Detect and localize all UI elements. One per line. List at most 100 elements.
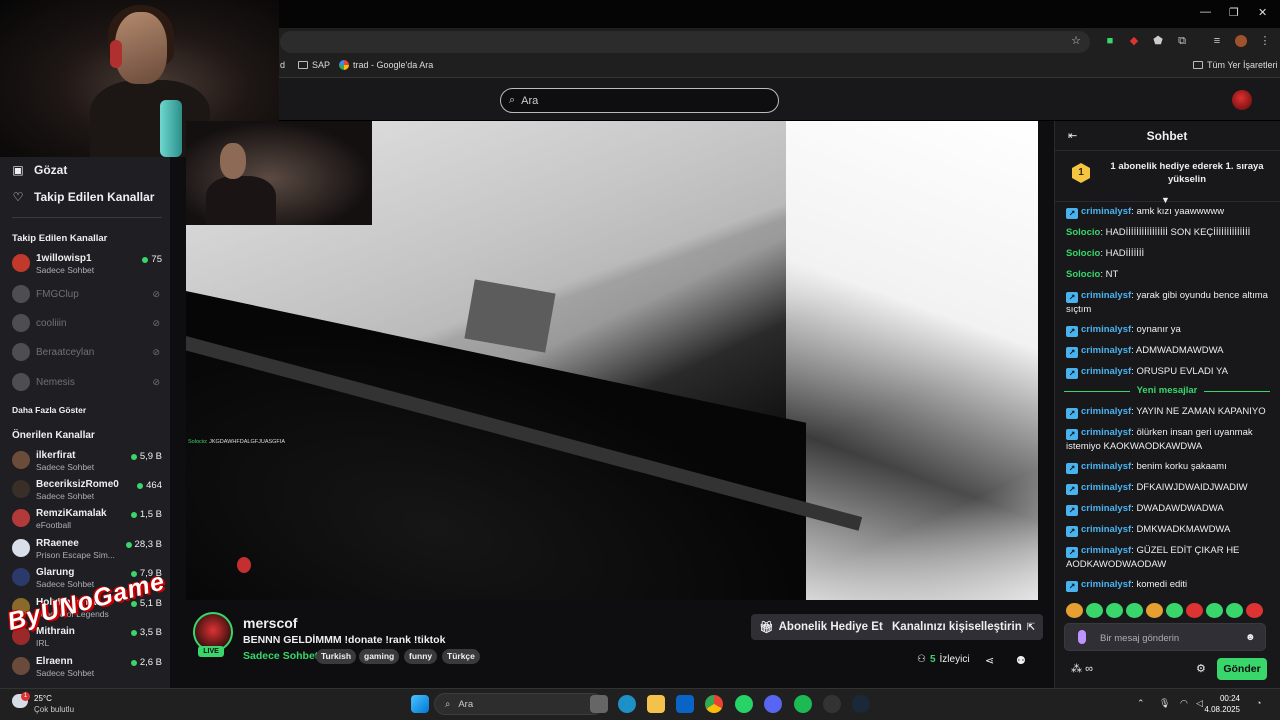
task-view-icon[interactable] xyxy=(590,695,608,713)
bookmark-google-search[interactable]: trad - Google'da Ara xyxy=(339,60,433,70)
mic-icon[interactable] xyxy=(1078,630,1086,644)
collapse-chat-icon[interactable]: ⇤ xyxy=(1068,129,1077,142)
channel-1willowisp1[interactable]: 1willowisp1 Sadece Sohbet 75 xyxy=(12,252,162,278)
all-bookmarks-button[interactable]: Tüm Yer İşaretleri xyxy=(1193,60,1278,70)
chat-username[interactable]: criminalysf xyxy=(1081,206,1131,217)
channel-nemesis[interactable]: Nemesis ⊘ xyxy=(12,371,162,397)
send-button[interactable]: Gönder xyxy=(1217,658,1267,680)
profile-avatar-icon[interactable] xyxy=(1235,35,1247,47)
windows-start-icon[interactable] xyxy=(411,695,429,713)
browser-menu-icon[interactable]: ⋮ xyxy=(1259,35,1271,47)
channel-beceriksizrome0[interactable]: BeceriksizRome0 Sadece Sohbet 464 xyxy=(12,478,162,504)
chat-message: ↗ criminalysf: DMKWADKMAWDWA xyxy=(1066,523,1271,537)
tag-turkce[interactable]: Türkçe xyxy=(442,649,480,664)
emote-icon[interactable] xyxy=(1146,603,1163,618)
more-options-icon[interactable]: ⚉ xyxy=(1016,654,1026,667)
chat-username[interactable]: criminalysf xyxy=(1081,366,1131,377)
spotify-icon[interactable] xyxy=(794,695,812,713)
obs-icon[interactable] xyxy=(823,695,841,713)
close-icon[interactable]: ✕ xyxy=(1258,6,1267,19)
chat-username[interactable]: criminalysf xyxy=(1081,427,1131,438)
edge-icon[interactable] xyxy=(618,695,636,713)
steam-icon[interactable] xyxy=(852,695,870,713)
emote-icon[interactable] xyxy=(1106,603,1123,618)
chat-username[interactable]: criminalysf xyxy=(1081,324,1131,335)
clock-time[interactable]: 00:24 xyxy=(1208,694,1240,703)
clock-date[interactable]: 4.08.2025 xyxy=(1200,705,1240,714)
user-avatar[interactable] xyxy=(1232,90,1252,110)
subscriber-badge-icon: ↗ xyxy=(1066,208,1078,219)
show-more-link[interactable]: Daha Fazla Göster xyxy=(12,405,86,415)
external-link-icon: ⇱ xyxy=(1026,621,1036,633)
emote-icon[interactable] xyxy=(1226,603,1243,618)
channel-ilkerfirat[interactable]: ilkerfirat Sadece Sohbet 5,9 B xyxy=(12,449,162,475)
tag-funny[interactable]: funny xyxy=(404,649,438,664)
expand-down-icon[interactable]: ▼ xyxy=(1161,195,1170,205)
channel-elraenn[interactable]: Elraenn Sadece Sohbet 2,6 B xyxy=(12,655,162,681)
extensions-puzzle-icon[interactable]: ⧉ xyxy=(1176,35,1188,47)
microphone-icon[interactable]: 🎙︎ xyxy=(1159,698,1170,709)
channel-remzikamalak[interactable]: RemziKamalak eFootball 1,5 B xyxy=(12,507,162,533)
channel-rraenee[interactable]: RRaenee Prison Escape Sim... 28,3 B xyxy=(12,537,162,563)
chat-username[interactable]: Solocio xyxy=(1066,269,1100,280)
emote-icon[interactable] xyxy=(1206,603,1223,618)
emote-icon[interactable] xyxy=(1066,603,1083,618)
bookmark-folder-sap[interactable]: SAP xyxy=(298,60,330,70)
emote-bar[interactable] xyxy=(1066,603,1276,619)
minimize-icon[interactable]: — xyxy=(1200,6,1211,18)
chat-username[interactable]: Solocio xyxy=(1066,227,1100,238)
extension-red-icon[interactable]: ◆ xyxy=(1128,35,1140,47)
wifi-icon[interactable]: ◠ xyxy=(1180,698,1188,709)
emote-icon[interactable] xyxy=(1166,603,1183,618)
chat-text: : HADİİİİİİİİİİİİİİİİ SON KEÇİİİİİİİİİİİ… xyxy=(1100,227,1251,238)
chat-username[interactable]: criminalysf xyxy=(1081,345,1131,356)
bookmark-star-icon[interactable]: ☆ xyxy=(1070,35,1082,47)
extension-guard-icon[interactable]: ⬟ xyxy=(1152,35,1164,47)
customize-channel-button[interactable]: Kanalınızı kişiselleştirin ⇱ xyxy=(884,614,1044,640)
address-bar[interactable] xyxy=(280,31,1090,53)
stream-category-link[interactable]: Sadece Sohbet xyxy=(243,650,318,662)
chat-username[interactable]: criminalysf xyxy=(1081,461,1131,472)
emote-icon[interactable] xyxy=(1186,603,1203,618)
extension-shield-icon[interactable]: ■ xyxy=(1104,35,1116,47)
channel-fmgclup[interactable]: FMGClup ⊘ xyxy=(12,283,162,309)
chat-username[interactable]: criminalysf xyxy=(1081,406,1131,417)
gift-subscription-button[interactable]: 🎁︎ Abonelik Hediye Et xyxy=(751,614,891,640)
reading-list-icon[interactable]: ≡ xyxy=(1211,35,1223,47)
chat-message: ↗ criminalysf: yarak gibi oyundu bence al… xyxy=(1066,289,1271,317)
chat-username[interactable]: criminalysf xyxy=(1081,524,1131,535)
chat-username[interactable]: criminalysf xyxy=(1081,503,1131,514)
discord-icon[interactable] xyxy=(764,695,782,713)
channel-beraatceylan[interactable]: Beraatceylan ⊘ xyxy=(12,341,162,367)
bookmark-item[interactable]: d xyxy=(280,60,285,70)
file-explorer-icon[interactable] xyxy=(647,695,665,713)
emote-picker-icon[interactable]: ☻ xyxy=(1245,632,1256,643)
tag-gaming[interactable]: gaming xyxy=(359,649,400,664)
show-hidden-icons-icon[interactable]: ⌃ xyxy=(1137,698,1145,709)
emote-icon[interactable] xyxy=(1086,603,1103,618)
chat-username[interactable]: criminalysf xyxy=(1081,579,1131,590)
emote-icon[interactable] xyxy=(1126,603,1143,618)
channel-cooliiin[interactable]: cooliiin ⊘ xyxy=(12,312,162,338)
search-input[interactable]: ⌕ Ara xyxy=(500,88,779,113)
share-icon[interactable]: ⋖ xyxy=(985,654,994,667)
emote-icon[interactable] xyxy=(1246,603,1263,618)
nav-following[interactable]: ♡ Takip Edilen Kanallar xyxy=(12,190,155,204)
chat-username[interactable]: criminalysf xyxy=(1081,290,1131,301)
chat-settings-icon[interactable]: ⚙ xyxy=(1196,662,1206,675)
outlook-icon[interactable] xyxy=(676,695,694,713)
streamer-name[interactable]: merscof xyxy=(243,615,297,631)
subscriber-badge-icon: ↗ xyxy=(1066,505,1078,516)
maximize-icon[interactable]: ❐ xyxy=(1229,6,1239,19)
tag-turkish[interactable]: Turkish xyxy=(316,649,357,664)
chat-username[interactable]: criminalysf xyxy=(1081,482,1131,493)
live-dot-icon xyxy=(130,659,137,666)
chrome-icon[interactable] xyxy=(705,695,723,713)
chat-username[interactable]: Solocio xyxy=(1066,248,1100,259)
taskbar-search[interactable]: ⌕ Ara xyxy=(434,693,604,715)
whatsapp-icon[interactable] xyxy=(735,695,753,713)
nav-browse[interactable]: ▣ Gözat xyxy=(12,163,67,177)
chat-username[interactable]: criminalysf xyxy=(1081,545,1131,556)
channel-points-icon[interactable]: ⁂ ∞ xyxy=(1071,662,1093,675)
notifications-icon[interactable]: ◔ xyxy=(1256,698,1261,708)
